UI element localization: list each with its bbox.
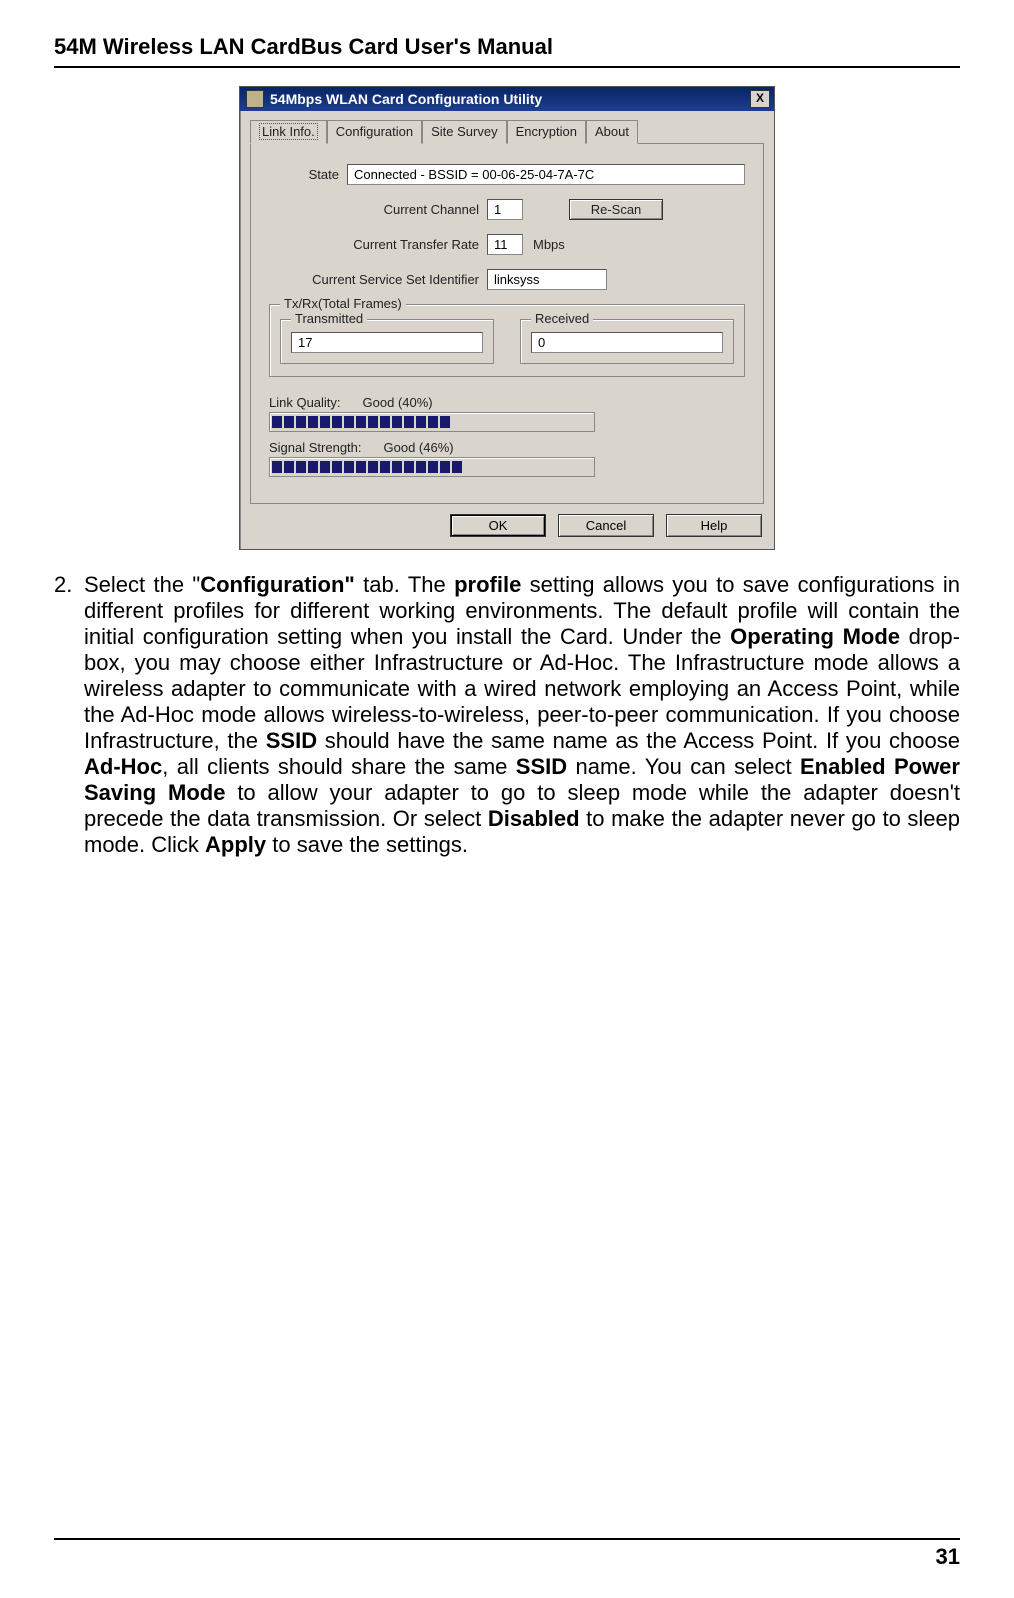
tab-configuration[interactable]: Configuration: [327, 120, 422, 144]
tab-site-survey[interactable]: Site Survey: [422, 120, 506, 144]
page-footer: 31: [54, 1538, 960, 1570]
page-number: 31: [54, 1544, 960, 1570]
footer-rule: [54, 1538, 960, 1540]
tab-encryption[interactable]: Encryption: [507, 120, 586, 144]
received-label: Received: [531, 311, 593, 326]
help-button[interactable]: Help: [666, 514, 762, 537]
txrx-group: Tx/Rx(Total Frames) Transmitted 17 Recei…: [269, 304, 745, 377]
link-quality-label: Link Quality:: [269, 395, 341, 410]
page-header-title: 54M Wireless LAN CardBus Card User's Man…: [54, 34, 960, 60]
received-group: Received 0: [520, 319, 734, 364]
rescan-button[interactable]: Re-Scan: [569, 199, 663, 220]
list-number: 2.: [54, 572, 84, 857]
ssid-value: linksyss: [487, 269, 607, 290]
link-quality-value: Good (40%): [363, 395, 433, 410]
tab-content: State Connected - BSSID = 00-06-25-04-7A…: [250, 143, 764, 504]
instruction-step-2: 2. Select the "Configuration" tab. The p…: [54, 572, 960, 857]
dialog-button-row: OK Cancel Help: [240, 514, 774, 549]
ok-button[interactable]: OK: [450, 514, 546, 537]
rate-unit: Mbps: [533, 237, 565, 252]
tab-about[interactable]: About: [586, 120, 638, 144]
txrx-group-title: Tx/Rx(Total Frames): [280, 296, 406, 311]
transmitted-label: Transmitted: [291, 311, 367, 326]
signal-strength-value: Good (46%): [384, 440, 454, 455]
transfer-rate-label: Current Transfer Rate: [269, 237, 487, 252]
signal-strength-label: Signal Strength:: [269, 440, 362, 455]
transmitted-value: 17: [291, 332, 483, 353]
signal-strength-meter: [269, 457, 595, 477]
current-channel-label: Current Channel: [269, 202, 487, 217]
state-value: Connected - BSSID = 00-06-25-04-7A-7C: [347, 164, 745, 185]
received-value: 0: [531, 332, 723, 353]
screenshot-figure: 54Mbps WLAN Card Configuration Utility X…: [54, 86, 960, 550]
list-content: Select the "Configuration" tab. The prof…: [84, 572, 960, 857]
close-icon[interactable]: X: [750, 90, 770, 108]
cancel-button[interactable]: Cancel: [558, 514, 654, 537]
window-titlebar: 54Mbps WLAN Card Configuration Utility X: [240, 87, 774, 111]
app-icon: [246, 90, 264, 108]
tab-strip: Link Info. Configuration Site Survey Enc…: [240, 111, 774, 143]
current-channel-value: 1: [487, 199, 523, 220]
header-rule: [54, 66, 960, 68]
link-quality-meter: [269, 412, 595, 432]
tab-link-info[interactable]: Link Info.: [250, 120, 327, 144]
ssid-label: Current Service Set Identifier: [269, 272, 487, 287]
state-label: State: [269, 167, 347, 182]
window-title-text: 54Mbps WLAN Card Configuration Utility: [270, 91, 542, 107]
transmitted-group: Transmitted 17: [280, 319, 494, 364]
transfer-rate-value: 11: [487, 234, 523, 255]
config-utility-window: 54Mbps WLAN Card Configuration Utility X…: [239, 86, 775, 550]
